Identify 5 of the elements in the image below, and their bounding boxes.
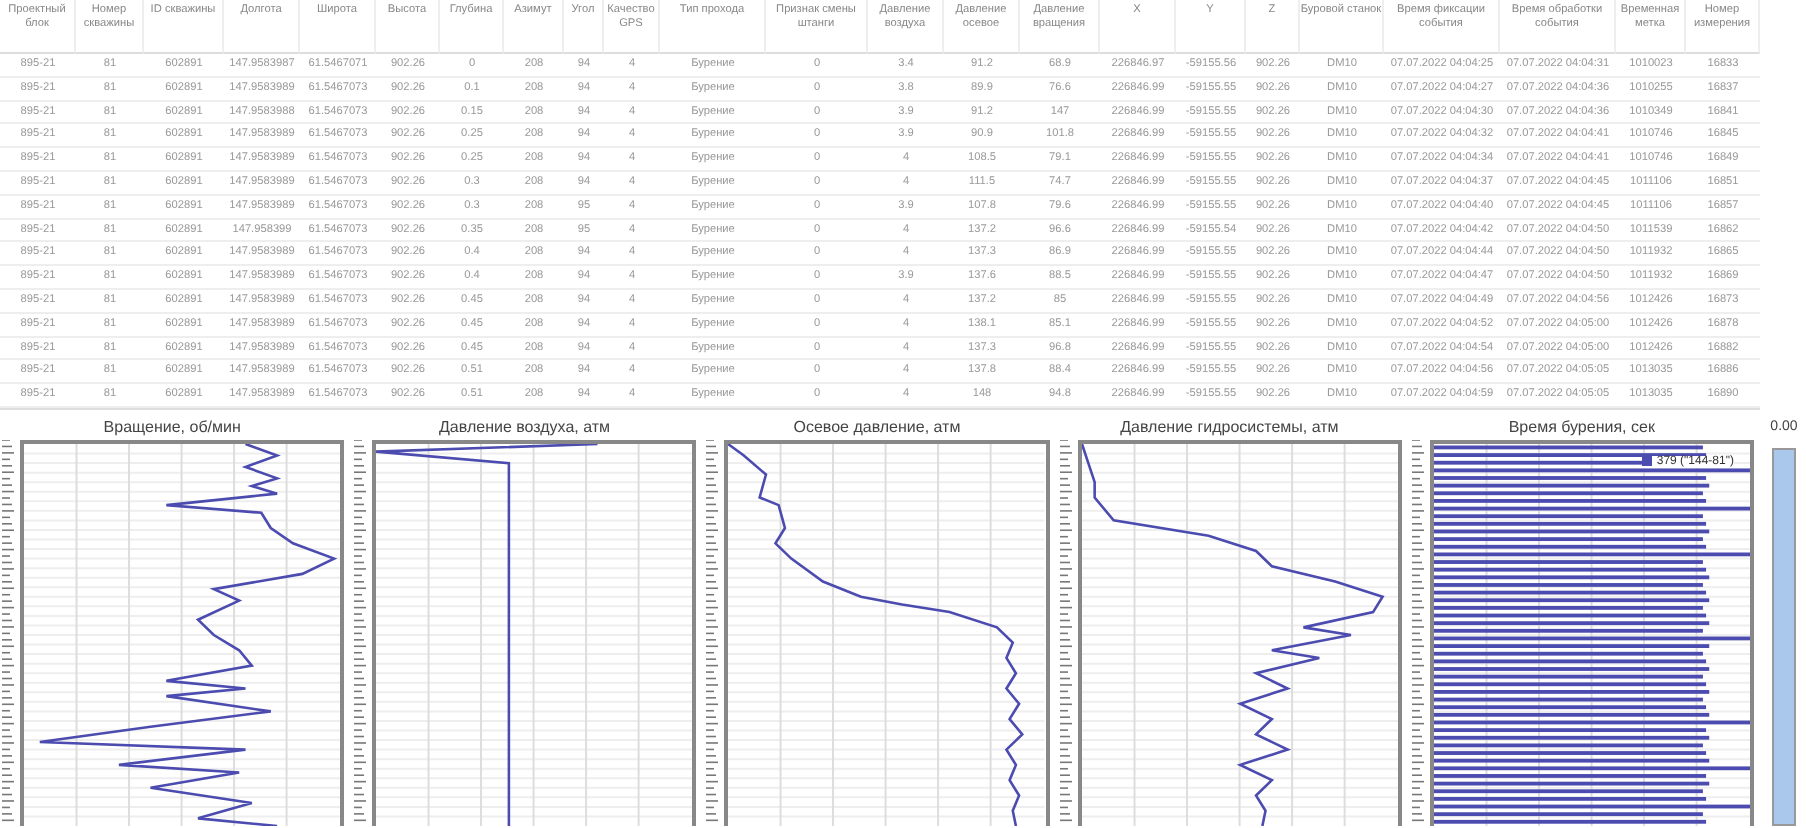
chart-title: Осевое давление, атм [791, 415, 963, 440]
chart-title: Давление гидросистемы, атм [1118, 415, 1341, 440]
chart-title: Вращение, об/мин [101, 415, 243, 440]
chart-title: Время бурения, сек [1506, 415, 1657, 440]
chart-title: Давление воздуха, атм [437, 415, 613, 440]
